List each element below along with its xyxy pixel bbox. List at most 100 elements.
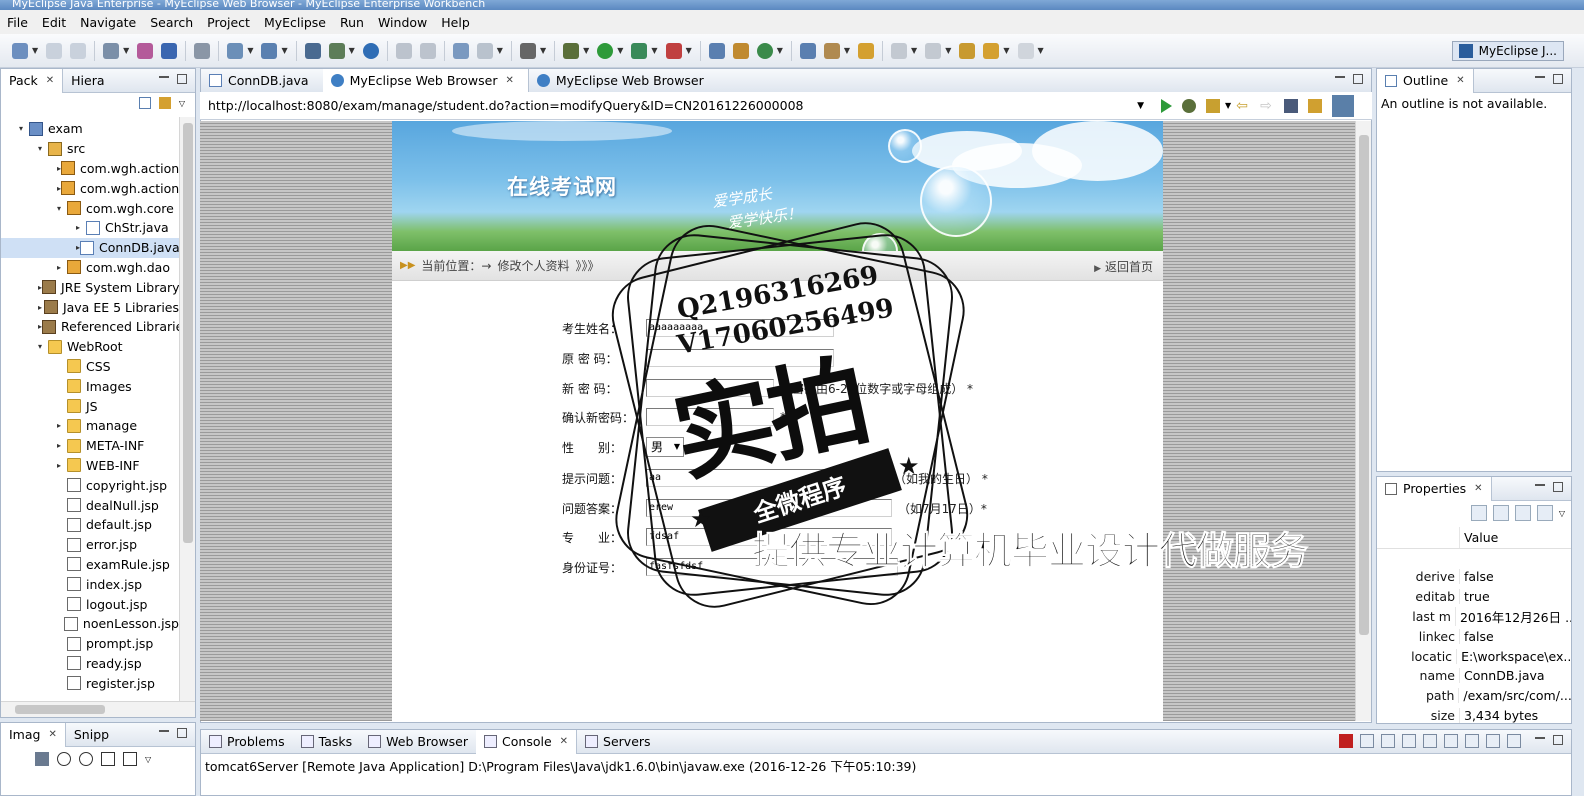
editor-tab[interactable]: MyEclipse Web Browser ✕ (322, 68, 529, 93)
chevron-down-icon[interactable]: ▼ (1003, 46, 1009, 55)
tree-item[interactable]: ▸ WEB-INF (1, 456, 179, 476)
editor-tab[interactable]: MyEclipse Web Browser (529, 69, 718, 93)
property-row[interactable]: path/exam/src/com/... (1377, 686, 1571, 706)
refresh-icon[interactable] (1308, 98, 1323, 113)
new-package-icon[interactable] (732, 42, 749, 59)
minimize-icon[interactable] (1535, 736, 1545, 739)
tree-item[interactable]: JS (1, 396, 179, 416)
chevron-down-icon[interactable]: ▼ (617, 46, 623, 55)
maximize-icon[interactable] (1353, 74, 1363, 84)
property-row[interactable]: locatic E:\workspace\ex... (1377, 646, 1571, 666)
zoom-out-icon[interactable] (57, 752, 71, 766)
expanded-icon[interactable]: ▾ (38, 144, 48, 153)
maximize-icon[interactable] (1553, 74, 1563, 84)
property-row[interactable]: name ConnDB.java (1377, 666, 1571, 686)
close-icon[interactable]: ✕ (1474, 483, 1482, 494)
chevron-down-icon[interactable]: ▼ (844, 46, 850, 55)
menu-window[interactable]: Window (371, 15, 434, 30)
tab-console[interactable]: Console ✕ (476, 729, 578, 754)
cut-icon[interactable] (395, 42, 412, 59)
close-icon[interactable]: ✕ (560, 736, 568, 747)
new-class-wizard-icon[interactable] (756, 42, 773, 59)
scrollbar-thumb[interactable] (15, 705, 105, 714)
tree-item[interactable]: prompt.jsp (1, 634, 179, 654)
maximize-icon[interactable] (177, 728, 187, 738)
tree-vertical-scrollbar[interactable] (179, 117, 195, 701)
back-arrow-icon[interactable] (983, 42, 1000, 59)
expanded-icon[interactable]: ▾ (38, 342, 48, 351)
chevron-down-icon[interactable]: ▼ (1137, 96, 1144, 116)
chevron-down-icon[interactable]: ▼ (686, 46, 692, 55)
tree-item[interactable]: ▾ com.wgh.core (1, 198, 179, 218)
open-console-icon[interactable] (1507, 734, 1521, 748)
tab-problems[interactable]: Problems (201, 730, 293, 754)
view-menu-icon[interactable]: ▽ (1559, 509, 1565, 518)
minimize-icon[interactable] (1535, 483, 1545, 486)
tree-item[interactable]: Images (1, 376, 179, 396)
run-icon[interactable] (597, 42, 614, 59)
home-link[interactable]: ▶ 返回首页 (1094, 258, 1153, 275)
clear-console-icon[interactable] (1402, 734, 1416, 748)
new-wizard-icon[interactable] (103, 42, 120, 59)
menu-search[interactable]: Search (143, 15, 200, 30)
zoom-in-icon[interactable] (79, 752, 93, 766)
go-icon[interactable] (1161, 98, 1172, 113)
stop-icon[interactable] (1284, 98, 1299, 113)
new-icon[interactable] (12, 42, 28, 59)
tab-package-explorer[interactable]: Pack ✕ (1, 68, 64, 93)
restore-default-icon[interactable] (1536, 505, 1553, 521)
tree-item[interactable]: ▾ WebRoot (1, 337, 179, 357)
tree-item[interactable]: ▸ com.wgh.dao (1, 258, 179, 278)
actual-size-icon[interactable] (101, 752, 115, 766)
print-icon[interactable] (70, 42, 87, 59)
terminate-icon[interactable] (1339, 734, 1353, 748)
tab-hierarchy[interactable]: Hiera (63, 69, 112, 93)
tree-item[interactable]: default.jsp (1, 515, 179, 535)
link-editor-icon[interactable] (158, 97, 171, 109)
chevron-down-icon[interactable]: ▼ (540, 46, 546, 55)
browser-settings-icon[interactable] (1332, 94, 1355, 117)
menu-navigate[interactable]: Navigate (73, 15, 143, 30)
hierarchy-icon[interactable] (452, 42, 469, 59)
minimize-icon[interactable] (159, 729, 169, 732)
pin-console-icon[interactable] (1465, 734, 1479, 748)
chevron-down-icon[interactable]: ▼ (349, 46, 355, 55)
collapsed-icon[interactable]: ▸ (57, 263, 67, 272)
menu-help[interactable]: Help (434, 15, 477, 30)
tab-snippets[interactable]: Snipp (66, 723, 117, 747)
collapsed-icon[interactable]: ▸ (57, 441, 67, 450)
open-folder-icon[interactable] (858, 42, 875, 59)
collapsed-icon[interactable]: ▸ (57, 461, 67, 470)
deploy-icon[interactable] (161, 42, 178, 59)
copy-icon[interactable] (419, 42, 436, 59)
property-row[interactable]: derive false (1377, 567, 1571, 587)
chevron-down-icon[interactable]: ▼ (32, 46, 38, 55)
chevron-down-icon[interactable]: ▼ (281, 46, 287, 55)
tab-tasks[interactable]: Tasks (293, 730, 361, 754)
chevron-down-icon[interactable]: ▼ (1038, 46, 1044, 55)
chevron-down-icon[interactable]: ▼ (945, 46, 951, 55)
next-annotation-icon[interactable] (891, 42, 908, 59)
forward-icon[interactable]: ⇨ (1260, 99, 1274, 113)
chevron-down-icon[interactable]: ▼ (123, 46, 129, 55)
tree-item[interactable]: dealNull.jsp (1, 495, 179, 515)
globe-icon[interactable] (362, 42, 379, 59)
scroll-lock-icon[interactable] (1423, 734, 1437, 748)
chevron-down-icon[interactable]: ▼ (247, 46, 253, 55)
tree-item[interactable]: noenLesson.jsp (1, 614, 179, 634)
expanded-icon[interactable]: ▾ (57, 204, 67, 213)
open-type-icon[interactable] (799, 42, 816, 59)
view-menu-icon[interactable]: ▽ (179, 99, 185, 108)
menu-edit[interactable]: Edit (35, 15, 73, 30)
url-input[interactable]: http://localhost:8080/exam/manage/studen… (204, 94, 1149, 117)
new-class-icon[interactable] (708, 42, 725, 59)
remove-launch-icon[interactable] (1360, 734, 1374, 748)
maximize-icon[interactable] (1553, 482, 1563, 492)
collapsed-icon[interactable]: ▸ (57, 421, 67, 430)
tree-item[interactable]: ▸ JRE System Library [ (1, 277, 179, 297)
chevron-down-icon[interactable]: ▼ (651, 46, 657, 55)
property-row[interactable]: editab true (1377, 587, 1571, 607)
prev-annotation-icon[interactable] (925, 42, 942, 59)
image-icon[interactable] (35, 752, 49, 766)
categories-icon[interactable] (1470, 505, 1487, 521)
